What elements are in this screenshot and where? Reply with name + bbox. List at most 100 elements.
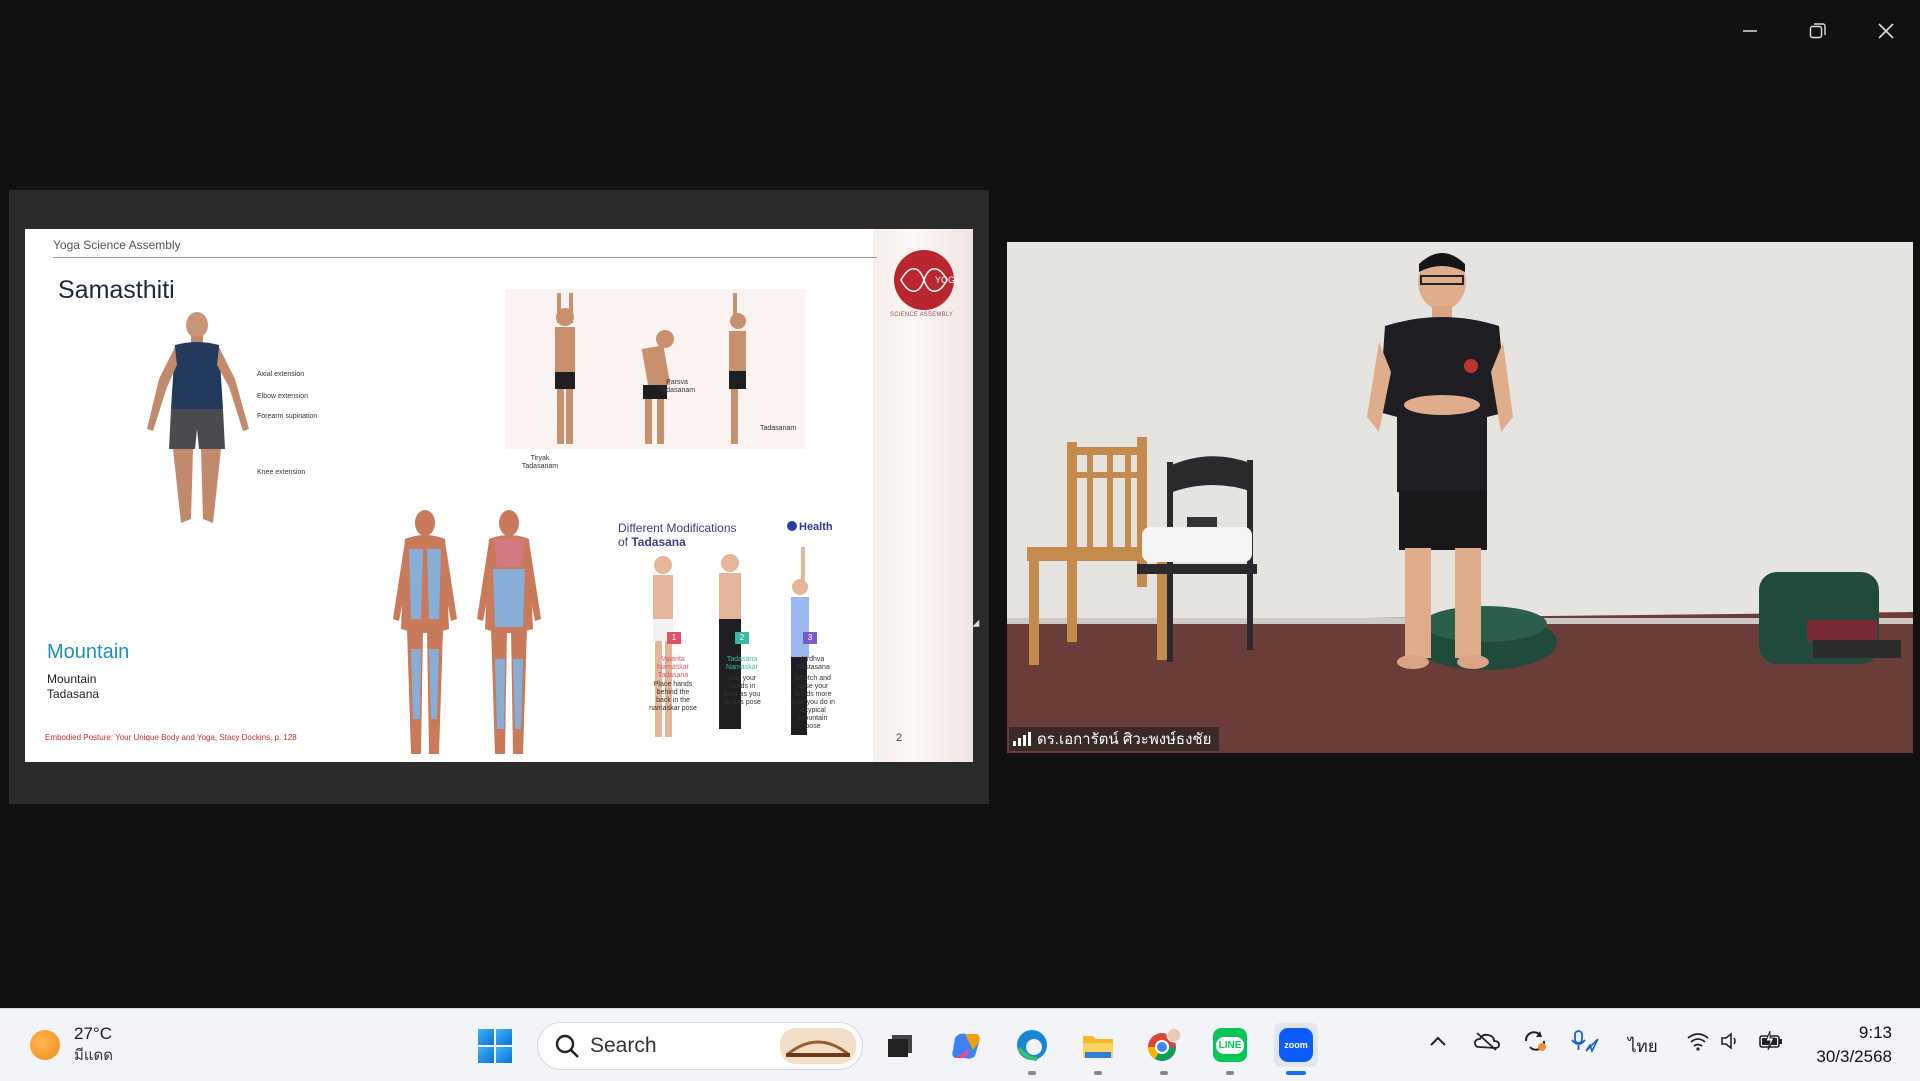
taskbar-clock[interactable]: 9:13 30/3/2568 <box>1816 1021 1892 1069</box>
line-icon: LINE <box>1213 1028 1247 1062</box>
shared-screen-panel[interactable]: Yoga Science Assembly Samasthiti YOGA SC… <box>9 190 989 804</box>
weather-text: 27°C มีแดด <box>74 1023 113 1067</box>
sync-button[interactable] <box>1522 1029 1548 1058</box>
logo-caption: SCIENCE ASSEMBLY <box>890 312 954 318</box>
wifi-icon <box>1687 1033 1709 1051</box>
battery-button[interactable] <box>1758 1030 1784 1056</box>
active-indicator <box>1286 1071 1306 1075</box>
taskbar: 27°C มีแดด Search LINE zoom ไทย 9:13 30/… <box>0 1008 1920 1081</box>
windows-logo-tile <box>496 1047 512 1063</box>
running-indicator <box>1160 1071 1168 1075</box>
minimize-icon <box>1743 30 1757 32</box>
anatomy-model-figure <box>147 312 249 523</box>
slide-page-number: 2 <box>896 732 903 744</box>
participant-video[interactable]: ดร.เอการัตน์ ศิวะพงษ์ธงชัย <box>1007 242 1913 753</box>
mod-badge: 1 <box>667 632 681 644</box>
mod-badge: 2 <box>735 632 749 644</box>
onedrive-button[interactable] <box>1474 1031 1500 1056</box>
window-controls <box>1716 0 1920 62</box>
running-indicator <box>1028 1071 1036 1075</box>
citation-text: Embodied Posture: Your Unique Body and Y… <box>45 733 297 742</box>
muscle-anatomy-illustration <box>393 510 541 754</box>
chrome-button[interactable] <box>1142 1023 1186 1075</box>
mountain-title: Mountain <box>47 641 130 663</box>
volume-button[interactable] <box>1720 1031 1744 1056</box>
file-explorer-button[interactable] <box>1076 1023 1120 1075</box>
weather-widget[interactable]: 27°C มีแดด <box>30 1023 113 1067</box>
folder-icon <box>1083 1036 1113 1058</box>
wifi-button[interactable] <box>1686 1031 1710 1056</box>
sun-icon <box>30 1030 60 1060</box>
pose-label: Tiryak Tadasanam <box>521 455 559 470</box>
language-indicator[interactable]: ไทย <box>1628 1033 1658 1060</box>
restore-button[interactable] <box>1784 0 1852 62</box>
health-logo-icon <box>787 521 797 531</box>
modifications-title: Different Modifications of Tadasana <box>618 521 737 549</box>
mod-name: Tadasana Namaskar <box>726 656 758 671</box>
mod-name: Viparita Namaskar Tadasana <box>657 656 689 679</box>
mod-desc: Join your hands in front as you do this … <box>723 675 761 706</box>
show-hidden-icons-button[interactable] <box>1428 1033 1448 1054</box>
cloud-offline-icon <box>1474 1032 1500 1051</box>
header-divider <box>53 257 877 258</box>
task-view-icon <box>888 1035 912 1057</box>
search-icon <box>555 1034 579 1058</box>
taskbar-search[interactable]: Search <box>537 1022 863 1070</box>
muscle-label: Axial extension <box>257 371 305 378</box>
participant-name-bar: ดร.เอการัตน์ ศิวะพงษ์ธงชัย <box>1009 727 1220 751</box>
windows-logo-icon <box>478 1029 494 1045</box>
windows-logo-tile <box>496 1029 512 1045</box>
mod-desc: Place hands behind the back in the namas… <box>649 681 697 712</box>
muscle-label: Elbow extension <box>257 393 308 400</box>
yoga-logo: YOGA <box>894 250 957 310</box>
chevron-up-icon <box>1430 1036 1446 1046</box>
mod-badge: 3 <box>803 632 817 644</box>
clock-time: 9:13 <box>1858 1023 1892 1042</box>
zoom-icon: zoom <box>1279 1028 1313 1062</box>
line-button[interactable]: LINE <box>1208 1023 1252 1075</box>
microphone-button[interactable] <box>1570 1029 1600 1058</box>
health-brand: Health <box>787 521 833 533</box>
search-highlight-bridge-icon <box>780 1028 856 1064</box>
zoom-button[interactable]: zoom <box>1274 1023 1318 1075</box>
modifications-title-line1: Different Modifications <box>618 521 737 535</box>
close-icon <box>1878 23 1894 39</box>
task-view-button[interactable] <box>878 1023 922 1067</box>
mountain-subtitle: Mountain Tadasana <box>47 672 100 701</box>
running-indicator <box>1094 1071 1102 1075</box>
microphone-location-icon <box>1571 1030 1599 1054</box>
zoom-icon-label: zoom <box>1284 1040 1308 1050</box>
muscle-label: Knee extension <box>257 469 306 476</box>
health-brand-text: Health <box>799 521 833 533</box>
mod-name: Urdhva Hastasana <box>796 656 830 671</box>
pose-label: Parsva Tadasanam <box>658 379 696 394</box>
battery-charging-icon <box>1759 1030 1782 1051</box>
slide-header: Yoga Science Assembly <box>53 238 181 252</box>
slide-title: Samasthiti <box>58 276 175 304</box>
weather-temperature: 27°C <box>74 1024 112 1043</box>
edge-icon <box>1017 1030 1047 1061</box>
video-frame <box>1007 242 1913 753</box>
copilot-button[interactable] <box>944 1023 988 1067</box>
running-indicator <box>1226 1071 1234 1075</box>
chrome-icon <box>1148 1027 1182 1061</box>
line-icon-label: LINE <box>1215 1036 1245 1054</box>
presentation-slide: Yoga Science Assembly Samasthiti YOGA SC… <box>25 229 973 762</box>
pose-label: Tadasanam <box>760 425 797 432</box>
copilot-icon <box>952 1033 980 1059</box>
sync-icon <box>1524 1031 1546 1051</box>
mod-desc: Stretch and raise your hands more than y… <box>791 675 835 730</box>
participant-name: ดร.เอการัตน์ ศิวะพงษ์ธงชัย <box>1037 731 1212 748</box>
restore-icon <box>1809 23 1826 39</box>
minimize-button[interactable] <box>1716 0 1784 62</box>
muscle-label: Forearm supination <box>257 413 318 420</box>
close-button[interactable] <box>1852 0 1920 62</box>
edge-button[interactable] <box>1010 1023 1054 1075</box>
start-button[interactable] <box>478 1029 512 1063</box>
clock-date: 30/3/2568 <box>1816 1047 1892 1066</box>
windows-logo-tile <box>478 1047 494 1063</box>
speaker-icon <box>1721 1032 1736 1050</box>
search-placeholder: Search <box>590 1034 657 1057</box>
signal-strength-icon <box>1013 732 1031 746</box>
weather-description: มีแดด <box>74 1047 114 1064</box>
